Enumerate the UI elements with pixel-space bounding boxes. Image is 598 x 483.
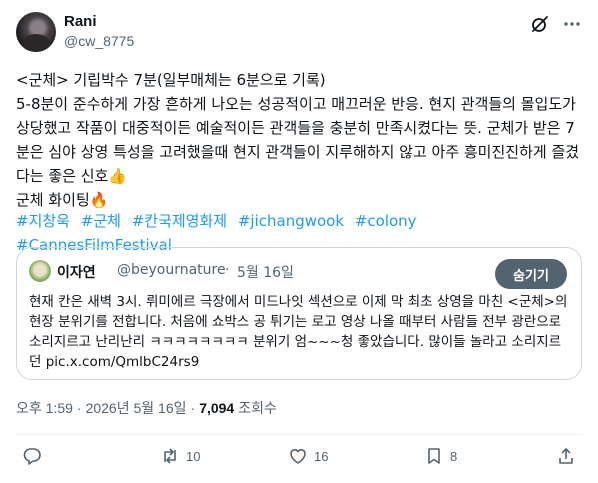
bookmark-icon — [424, 446, 444, 466]
hide-button[interactable]: 숨기기 — [495, 259, 567, 289]
hashtag-link[interactable]: #군체 — [81, 212, 121, 230]
retweet-count: 10 — [186, 448, 201, 464]
tweet-date[interactable]: 2026년 5월 16일 — [86, 398, 187, 418]
share-button[interactable] — [556, 446, 576, 466]
author-handle[interactable]: @cw_8775 — [64, 33, 134, 49]
divider — [16, 434, 582, 435]
like-icon — [288, 446, 308, 466]
like-button[interactable]: 16 — [288, 446, 328, 466]
tweet-text: <군체> 기립박수 7분(일부매체는 6분으로 기록) 5-8분이 준수하게 가… — [16, 71, 580, 209]
quote-text: 현재 칸은 새벽 3시. 뤼미에르 극장에서 미드나잇 섹션으로 이제 막 최초… — [29, 294, 572, 370]
retweet-button[interactable]: 10 — [160, 446, 200, 466]
views-count: 7,094 — [199, 400, 235, 416]
meta-separator: · — [190, 400, 196, 416]
meta-separator: · — [76, 400, 82, 416]
author-name[interactable]: Rani — [64, 13, 97, 30]
action-bar: 10 16 8 — [16, 446, 582, 472]
bookmark-count: 8 — [450, 448, 458, 464]
views-label: 조회수 — [238, 400, 277, 416]
like-count: 16 — [314, 448, 329, 464]
quoted-tweet[interactable]: 이자연 @beyournature · 5월 16일 숨기기 현재 칸은 새벽 … — [16, 247, 582, 380]
quote-avatar — [29, 260, 51, 282]
tweet-time[interactable]: 오후 1:59 — [16, 398, 73, 418]
header-icons — [530, 14, 582, 34]
reply-button[interactable] — [22, 446, 48, 466]
share-icon — [556, 446, 576, 466]
tweet-meta: 오후 1:59 · 2026년 5월 16일 · 7,094 조회수 — [16, 398, 277, 418]
tweet-header: Rani @cw_8775 — [16, 12, 582, 54]
hashtag-link[interactable]: #칸국제영화제 — [132, 212, 227, 230]
hashtag-link[interactable]: #지창욱 — [16, 212, 70, 230]
bookmark-button[interactable]: 8 — [424, 446, 457, 466]
retweet-icon — [160, 446, 180, 466]
quote-author-handle: @beyournature — [117, 262, 226, 278]
quote-author-name: 이자연 — [57, 265, 96, 281]
hashtag-link[interactable]: #colony — [355, 212, 417, 230]
reply-icon — [22, 446, 42, 466]
more-icon[interactable] — [562, 14, 582, 34]
avatar[interactable] — [16, 12, 56, 52]
hashtag-link[interactable]: #jichangwook — [238, 212, 344, 230]
grok-icon[interactable] — [530, 14, 550, 34]
quote-date: 5월 16일 — [237, 265, 294, 281]
quote-separator: · — [225, 262, 230, 278]
